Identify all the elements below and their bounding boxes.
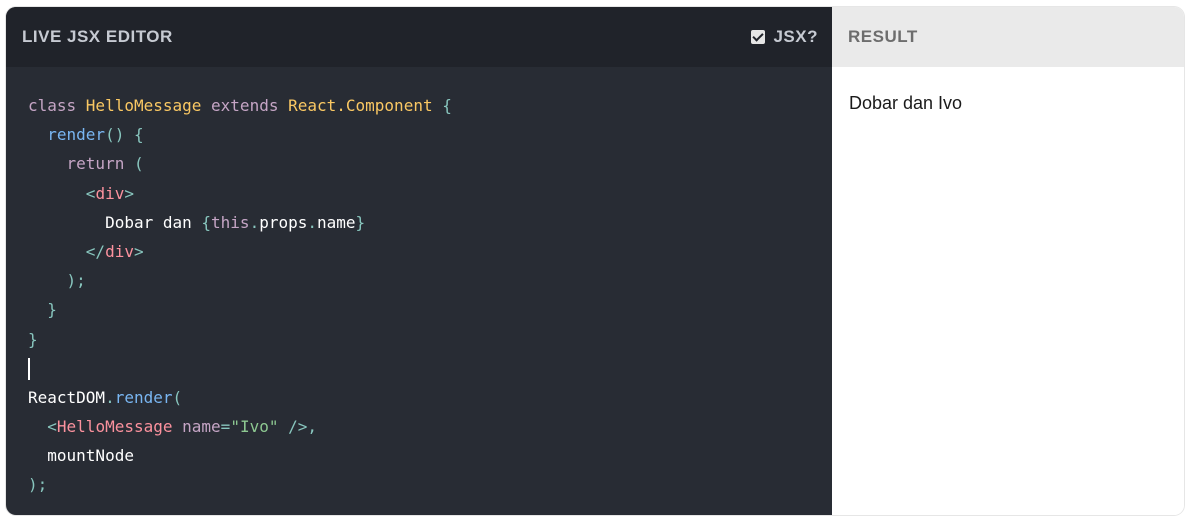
- editor-title: LIVE JSX EDITOR: [22, 27, 173, 46]
- code-token: <: [85, 183, 96, 203]
- code-token: );: [66, 271, 86, 291]
- result-output: Dobar dan Ivo: [849, 93, 963, 113]
- code-token: class: [28, 96, 86, 115]
- code-token: >: [133, 241, 144, 261]
- code-line: ReactDOM.render(: [28, 383, 832, 412]
- code-line: class HelloMessage extends React.Compone…: [28, 91, 832, 120]
- code-editor[interactable]: class HelloMessage extends React.Compone…: [6, 67, 832, 500]
- live-editor-widget: LIVE JSX EDITOR JSX? class HelloMessage …: [6, 7, 1184, 515]
- code-line: Dobar dan {this.props.name}: [28, 208, 832, 237]
- code-token: Dobar dan: [28, 212, 202, 232]
- code-token: />,: [278, 417, 318, 437]
- code-token: =: [220, 417, 231, 437]
- code-line: mountNode: [28, 441, 832, 470]
- code-token: mountNode: [28, 446, 134, 466]
- code-token: () {: [105, 125, 144, 145]
- code-token: React.Component: [288, 96, 443, 115]
- code-token: render: [114, 387, 173, 407]
- code-line: }: [28, 295, 832, 324]
- code-line: }: [28, 325, 832, 354]
- code-line: [28, 354, 832, 383]
- jsx-checkbox-icon[interactable]: [751, 30, 766, 44]
- code-line: <HelloMessage name="Ivo" />,: [28, 412, 832, 441]
- result-title: RESULT: [848, 27, 918, 46]
- code-token: extends: [211, 96, 289, 115]
- code-line: render() {: [28, 120, 832, 149]
- code-token: }: [28, 329, 38, 349]
- code-line: <div>: [28, 179, 832, 208]
- code-token: {: [442, 96, 452, 115]
- code-line: );: [28, 266, 832, 295]
- code-token: (: [172, 387, 183, 407]
- code-token: .: [249, 212, 260, 232]
- code-token: </: [85, 241, 106, 261]
- code-token: div: [105, 241, 134, 261]
- result-header: RESULT: [832, 7, 1184, 67]
- code-token: ReactDOM: [28, 387, 106, 407]
- jsx-toggle[interactable]: JSX?: [751, 27, 818, 47]
- code-token: return: [66, 154, 134, 174]
- code-token: );: [28, 475, 48, 495]
- code-token: name: [317, 212, 356, 232]
- code-line: </div>: [28, 237, 832, 266]
- code-line: return (: [28, 149, 832, 178]
- code-token: name: [182, 417, 221, 437]
- code-token: HelloMessage: [56, 417, 183, 437]
- code-token: div: [95, 183, 125, 203]
- text-caret: [28, 358, 30, 381]
- code-token: <: [47, 417, 57, 437]
- editor-pane: LIVE JSX EDITOR JSX? class HelloMessage …: [6, 7, 832, 515]
- code-token: }: [355, 212, 366, 232]
- code-token: .: [307, 212, 318, 232]
- code-token: render: [47, 125, 106, 145]
- result-pane: RESULT Dobar dan Ivo: [832, 7, 1184, 515]
- code-token: HelloMessage: [85, 96, 212, 115]
- code-token: .: [105, 387, 115, 407]
- code-token: >: [124, 183, 134, 203]
- code-token: this: [211, 212, 250, 232]
- jsx-toggle-label: JSX?: [773, 27, 818, 46]
- code-token: }: [47, 300, 57, 320]
- code-token: (: [133, 154, 144, 174]
- editor-header: LIVE JSX EDITOR JSX?: [6, 7, 832, 67]
- code-token: {: [201, 212, 212, 232]
- code-token: props: [259, 212, 308, 232]
- code-token: "Ivo": [230, 417, 279, 437]
- code-line: );: [28, 470, 832, 499]
